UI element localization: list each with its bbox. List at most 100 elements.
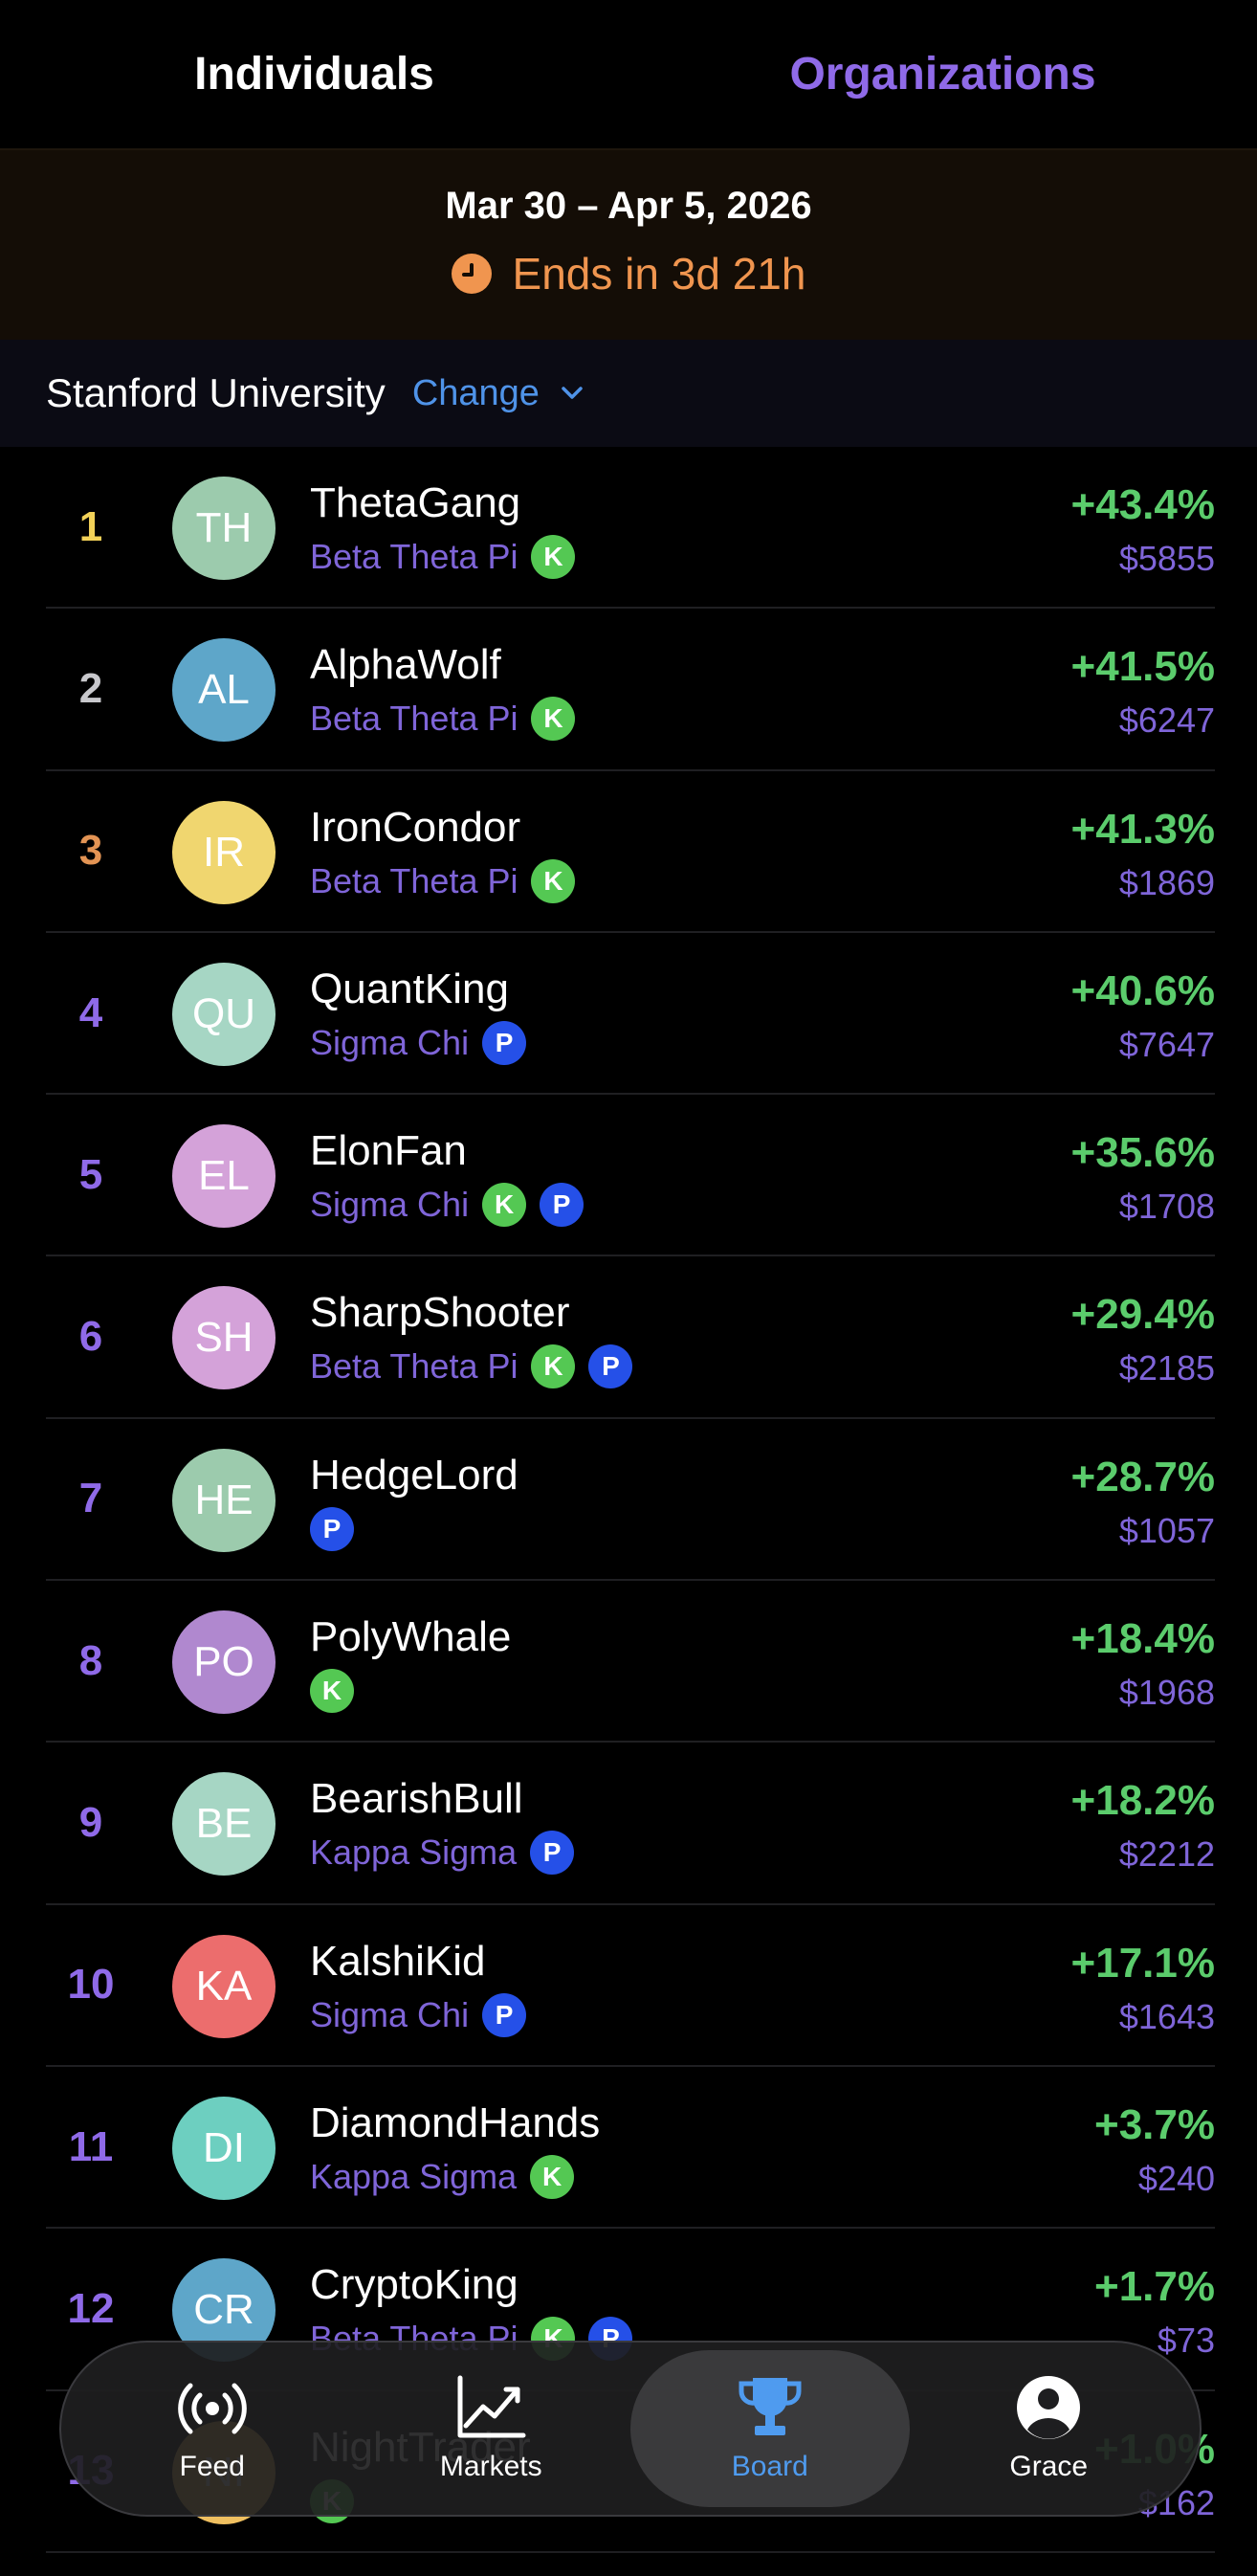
avatar: SH bbox=[172, 1286, 276, 1390]
polymarket-badge: P bbox=[530, 1831, 575, 1876]
kalshi-badge: K bbox=[530, 2154, 575, 2199]
avatar: TH bbox=[172, 477, 276, 580]
avatar: KA bbox=[172, 1934, 276, 2038]
leaderboard-row[interactable]: 5 EL ElonFan Sigma Chi K P +35.6% $1708 bbox=[46, 1095, 1215, 1257]
leaderboard-row[interactable]: 6 SH SharpShooter Beta Theta Pi K P +29.4% $218… bbox=[46, 1256, 1215, 1419]
username: PolyWhale bbox=[310, 1613, 512, 1661]
change-org-button[interactable]: Change bbox=[412, 373, 540, 414]
portfolio-amount: $1643 bbox=[1118, 1996, 1215, 2036]
username: CryptoKing bbox=[310, 2261, 518, 2309]
portfolio-amount: $5855 bbox=[1118, 539, 1215, 578]
portfolio-amount: $1057 bbox=[1118, 1510, 1215, 1550]
tab-organizations[interactable]: Organizations bbox=[628, 0, 1257, 148]
rank-number: 4 bbox=[78, 988, 103, 1036]
user-meta: Kappa Sigma P bbox=[310, 1831, 575, 1876]
nav-feed-label: Feed bbox=[179, 2451, 245, 2482]
avatar: IR bbox=[172, 800, 276, 904]
leaderboard-row[interactable]: 1 TH ThetaGang Beta Theta Pi K +43.4% $5855 bbox=[46, 447, 1215, 610]
rank-number: 11 bbox=[68, 2122, 114, 2170]
nav-profile[interactable]: Grace bbox=[910, 2350, 1189, 2507]
polymarket-badge: P bbox=[540, 1183, 584, 1228]
return-percent: +3.7% bbox=[1094, 2100, 1215, 2148]
trophy-icon bbox=[739, 2378, 802, 2435]
rank-number: 3 bbox=[78, 827, 103, 875]
username: DiamondHands bbox=[310, 2099, 601, 2146]
broadcast-icon bbox=[177, 2383, 247, 2434]
polymarket-badge: P bbox=[310, 1506, 354, 1551]
user-meta: Beta Theta Pi K bbox=[310, 535, 576, 579]
org-label: Kappa Sigma bbox=[310, 2156, 518, 2196]
leaderboard-row[interactable]: 8 PO PolyWhale K +18.4% $1968 bbox=[46, 1581, 1215, 1743]
rank-number: 2 bbox=[78, 664, 103, 712]
polymarket-badge: P bbox=[482, 1992, 527, 2037]
rank-number: 10 bbox=[67, 1961, 115, 2009]
avatar: EL bbox=[172, 1124, 276, 1229]
username: BearishBull bbox=[310, 1775, 523, 1823]
username: ThetaGang bbox=[310, 479, 521, 526]
user-meta: Beta Theta Pi K bbox=[310, 858, 576, 903]
avatar: DI bbox=[172, 2096, 276, 2200]
leaderboard-row[interactable]: 11 DI DiamondHands Kappa Sigma K +3.7% $240 bbox=[46, 2067, 1215, 2230]
leaderboard-list: 1 TH ThetaGang Beta Theta Pi K +43.4% $5855 2 AL… bbox=[46, 447, 1215, 2553]
org-label: Sigma Chi bbox=[310, 1185, 470, 1225]
nav-board-label: Board bbox=[731, 2451, 808, 2482]
rank-number: 9 bbox=[78, 1799, 103, 1847]
portfolio-amount: $240 bbox=[1137, 2158, 1215, 2198]
portfolio-amount: $1869 bbox=[1118, 862, 1215, 902]
username: SharpShooter bbox=[310, 1289, 570, 1337]
polymarket-badge: P bbox=[482, 1020, 527, 1065]
org-name: Stanford University bbox=[46, 370, 386, 415]
leaderboard-row[interactable]: 7 HE HedgeLord P +28.7% $1057 bbox=[46, 1419, 1215, 1582]
avatar: BE bbox=[172, 1772, 276, 1876]
org-label: Kappa Sigma bbox=[310, 1832, 518, 1873]
return-percent: +35.6% bbox=[1070, 1129, 1215, 1177]
leaderboard-row[interactable]: 9 BE BearishBull Kappa Sigma P +18.2% $2212 bbox=[46, 1743, 1215, 1905]
return-percent: +18.2% bbox=[1070, 1777, 1215, 1825]
return-percent: +17.1% bbox=[1070, 1939, 1215, 1987]
org-selector: Stanford University Change bbox=[0, 340, 1257, 447]
bottom-nav: Feed Markets Board Grace bbox=[59, 2341, 1202, 2517]
user-meta: P bbox=[310, 1506, 354, 1551]
org-label: Beta Theta Pi bbox=[310, 1346, 518, 1387]
kalshi-badge: K bbox=[531, 697, 576, 742]
chevron-down-icon[interactable] bbox=[559, 380, 585, 407]
avatar: QU bbox=[172, 962, 276, 1066]
nav-board[interactable]: Board bbox=[630, 2350, 910, 2507]
nav-markets[interactable]: Markets bbox=[352, 2350, 631, 2507]
leaderboard-row[interactable]: 10 KA KalshiKid Sigma Chi P +17.1% $1643 bbox=[46, 1905, 1215, 2067]
leaderboard-row[interactable]: 4 QU QuantKing Sigma Chi P +40.6% $7647 bbox=[46, 933, 1215, 1096]
org-label: Sigma Chi bbox=[310, 1022, 470, 1062]
leaderboard-row[interactable]: 3 IR IronCondor Beta Theta Pi K +41.3% $1869 bbox=[46, 771, 1215, 933]
portfolio-amount: $2185 bbox=[1118, 1348, 1215, 1388]
user-meta: Sigma Chi K P bbox=[310, 1183, 584, 1228]
segment-tabs: Individuals Organizations bbox=[0, 0, 1257, 148]
return-percent: +18.4% bbox=[1070, 1615, 1215, 1663]
rank-number: 8 bbox=[78, 1636, 103, 1684]
username: ElonFan bbox=[310, 1127, 467, 1175]
portfolio-amount: $1708 bbox=[1118, 1187, 1215, 1227]
user-meta: Beta Theta Pi K P bbox=[310, 1344, 633, 1389]
return-percent: +29.4% bbox=[1070, 1291, 1215, 1339]
tab-individuals[interactable]: Individuals bbox=[0, 0, 628, 148]
polymarket-badge: P bbox=[588, 1344, 633, 1389]
nav-markets-label: Markets bbox=[439, 2451, 542, 2482]
portfolio-amount: $2212 bbox=[1118, 1834, 1215, 1875]
user-meta: Kappa Sigma K bbox=[310, 2154, 575, 2199]
leaderboard-row[interactable]: 2 AL AlphaWolf Beta Theta Pi K +41.5% $6247 bbox=[46, 609, 1215, 771]
portfolio-amount: $6247 bbox=[1118, 700, 1215, 741]
return-percent: +1.7% bbox=[1094, 2263, 1215, 2311]
rank-number: 7 bbox=[78, 1475, 103, 1522]
avatar: AL bbox=[172, 638, 276, 743]
return-percent: +41.3% bbox=[1070, 805, 1215, 853]
nav-feed[interactable]: Feed bbox=[73, 2350, 352, 2507]
username: IronCondor bbox=[310, 803, 521, 851]
nav-profile-label: Grace bbox=[1009, 2451, 1089, 2482]
username: AlphaWolf bbox=[310, 641, 501, 689]
username: KalshiKid bbox=[310, 1937, 486, 1985]
return-percent: +43.4% bbox=[1070, 481, 1215, 528]
user-meta: K bbox=[310, 1669, 354, 1714]
user-meta: Sigma Chi P bbox=[310, 1992, 527, 2037]
kalshi-badge: K bbox=[482, 1183, 527, 1228]
clock-icon bbox=[451, 254, 492, 294]
kalshi-badge: K bbox=[531, 535, 576, 579]
